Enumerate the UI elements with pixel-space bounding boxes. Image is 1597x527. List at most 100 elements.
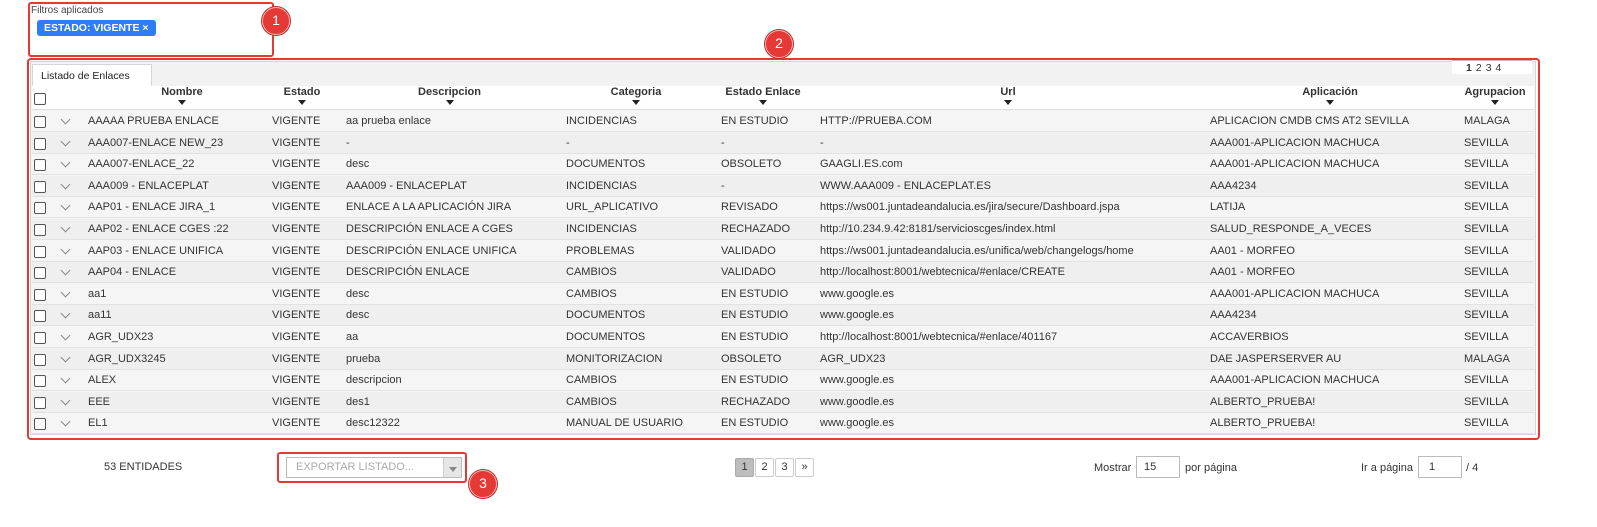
cell-url: https://ws001.juntadeandalucia.es/unific… bbox=[820, 244, 1134, 257]
table-row[interactable]: aa1 VIGENTE desc CAMBIOS EN ESTUDIO www.googl… bbox=[32, 283, 1534, 305]
expand-chevron-icon[interactable] bbox=[60, 157, 71, 168]
row-checkbox[interactable] bbox=[34, 288, 46, 301]
page-button-3[interactable]: 3 bbox=[775, 458, 794, 477]
column-header-descripcion[interactable]: Descripcion bbox=[402, 86, 497, 105]
row-checkbox[interactable] bbox=[34, 310, 46, 323]
expand-chevron-icon[interactable] bbox=[60, 179, 71, 190]
cell-categoria: CAMBIOS bbox=[566, 287, 617, 300]
cell-descripcion: desc bbox=[346, 287, 370, 300]
table-row[interactable]: AAP04 - ENLACE VIGENTE DESCRIPCIÓN ENLACE C… bbox=[32, 262, 1534, 284]
table-row[interactable]: AAA007-ENLACE_22 VIGENTE desc DOCUMENTOS OBS… bbox=[32, 154, 1534, 176]
table-row[interactable]: EEE VIGENTE des1 CAMBIOS RECHAZADO www.goodle… bbox=[32, 391, 1534, 413]
cell-estado-enlace: EN ESTUDIO bbox=[721, 287, 789, 300]
row-checkbox[interactable] bbox=[34, 375, 46, 388]
cell-agrupacion: SEVILLA bbox=[1464, 201, 1509, 214]
cell-categoria: CAMBIOS bbox=[566, 395, 617, 408]
row-checkbox[interactable] bbox=[34, 137, 46, 150]
expand-chevron-icon[interactable] bbox=[60, 244, 71, 255]
cell-nombre: AAP02 - ENLACE CGES :22 bbox=[88, 223, 229, 235]
table-row[interactable]: AGR_UDX3245 VIGENTE prueba MONITORIZACION OB… bbox=[32, 348, 1534, 370]
cell-descripcion: desc12322 bbox=[346, 417, 400, 430]
row-checkbox[interactable] bbox=[34, 418, 46, 431]
expand-chevron-icon[interactable] bbox=[60, 330, 71, 341]
cell-nombre: AGR_UDX3245 bbox=[88, 352, 166, 365]
top-page-4[interactable]: 4 bbox=[1496, 62, 1502, 74]
dropdown-arrow-icon[interactable] bbox=[443, 458, 461, 477]
cell-descripcion: aa bbox=[346, 331, 359, 343]
expand-chevron-icon[interactable] bbox=[60, 114, 71, 125]
cell-nombre: AAA007-ENLACE NEW_23 bbox=[88, 136, 224, 149]
table-row[interactable]: AAP03 - ENLACE UNIFICA VIGENTE DESCRIPCIÓN… bbox=[32, 240, 1534, 262]
cell-nombre: AAA009 - ENLACEPLAT bbox=[88, 179, 209, 192]
column-header-agrupacion[interactable]: Agrupacion bbox=[1456, 86, 1534, 105]
cell-aplicacion: AAA001-APLICACION MACHUCA bbox=[1210, 136, 1380, 149]
page-button-1[interactable]: 1 bbox=[735, 458, 754, 477]
column-header-aplicacion[interactable]: Aplicación bbox=[1285, 86, 1375, 105]
cell-agrupacion: SEVILLA bbox=[1464, 179, 1509, 192]
top-page-3[interactable]: 3 bbox=[1486, 62, 1492, 74]
cell-estado-enlace: EN ESTUDIO bbox=[721, 331, 789, 343]
row-checkbox[interactable] bbox=[34, 224, 46, 236]
row-checkbox[interactable] bbox=[34, 353, 46, 366]
expand-chevron-icon[interactable] bbox=[60, 308, 71, 319]
cell-estado: VIGENTE bbox=[272, 287, 321, 300]
table-row[interactable]: AAP01 - ENLACE JIRA_1 VIGENTE ENLACE A LA … bbox=[32, 197, 1534, 219]
next-page-button[interactable]: » bbox=[795, 458, 814, 477]
entity-count: 53 ENTIDADES bbox=[104, 461, 183, 473]
export-select[interactable]: EXPORTAR LISTADO... bbox=[286, 457, 462, 478]
column-header-nombre[interactable]: Nombre bbox=[142, 86, 222, 105]
goto-page-input[interactable]: 1 bbox=[1418, 456, 1462, 478]
row-checkbox[interactable] bbox=[34, 116, 46, 128]
per-page-input[interactable]: 15 bbox=[1136, 456, 1180, 478]
links-table: Nombre Estado Descripcion Categoria Esta… bbox=[32, 86, 1534, 435]
column-header-estado-enlace[interactable]: Estado Enlace bbox=[718, 86, 808, 105]
column-header-estado[interactable]: Estado bbox=[272, 86, 332, 105]
column-header-url[interactable]: Url bbox=[978, 86, 1038, 105]
row-checkbox[interactable] bbox=[34, 267, 46, 280]
expand-chevron-icon[interactable] bbox=[60, 222, 71, 233]
cell-aplicacion: ALBERTO_PRUEBA! bbox=[1210, 395, 1316, 408]
cell-estado-enlace: - bbox=[721, 179, 725, 192]
cell-url: http://localhost:8001/webtecnica/#enlace… bbox=[820, 266, 1065, 279]
row-checkbox[interactable] bbox=[34, 159, 46, 172]
cell-nombre: aa11 bbox=[88, 309, 112, 322]
table-row[interactable]: AAA007-ENLACE NEW_23 VIGENTE - - - - AAA001-AP… bbox=[32, 132, 1534, 154]
table-row[interactable]: AAA009 - ENLACEPLAT VIGENTE AAA009 - ENLAC… bbox=[32, 175, 1534, 197]
filter-chip-estado[interactable]: ESTADO: VIGENTE × bbox=[37, 20, 156, 36]
cell-categoria: CAMBIOS bbox=[566, 374, 617, 387]
expand-chevron-icon[interactable] bbox=[60, 395, 71, 406]
top-page-2[interactable]: 2 bbox=[1476, 62, 1482, 74]
row-checkbox[interactable] bbox=[34, 396, 46, 409]
tab-listado-enlaces[interactable]: Listado de Enlaces bbox=[32, 64, 152, 86]
expand-chevron-icon[interactable] bbox=[60, 287, 71, 298]
goto-label: Ir a página bbox=[1361, 462, 1413, 474]
row-checkbox[interactable] bbox=[34, 180, 46, 193]
sort-arrow-icon bbox=[632, 100, 640, 105]
expand-chevron-icon[interactable] bbox=[60, 373, 71, 384]
cell-url: www.google.es bbox=[820, 309, 894, 322]
cell-aplicacion: DAE JASPERSERVER AU bbox=[1210, 352, 1342, 365]
cell-descripcion: descripcion bbox=[346, 374, 402, 387]
expand-chevron-icon[interactable] bbox=[60, 265, 71, 276]
top-page-1[interactable]: 1 bbox=[1466, 62, 1472, 74]
expand-chevron-icon[interactable] bbox=[60, 200, 71, 211]
row-checkbox[interactable] bbox=[34, 202, 46, 215]
expand-chevron-icon[interactable] bbox=[60, 136, 71, 147]
table-row[interactable]: AAP02 - ENLACE CGES :22 VIGENTE DESCRIPCIÓ… bbox=[32, 219, 1534, 240]
column-header-categoria[interactable]: Categoria bbox=[596, 86, 676, 105]
table-row[interactable]: EL1 VIGENTE desc12322 MANUAL DE USUARIO EN E… bbox=[32, 413, 1534, 435]
page-button-2[interactable]: 2 bbox=[755, 458, 774, 477]
pagination: 1 2 3» bbox=[735, 458, 815, 478]
expand-chevron-icon[interactable] bbox=[60, 352, 71, 363]
cell-categoria: PROBLEMAS bbox=[566, 244, 635, 257]
row-checkbox[interactable] bbox=[34, 245, 46, 258]
table-row[interactable]: AAAAA PRUEBA ENLACE VIGENTE aa prueba enla… bbox=[32, 111, 1534, 132]
expand-chevron-icon[interactable] bbox=[60, 416, 71, 427]
table-row[interactable]: AGR_UDX23 VIGENTE aa DOCUMENTOS EN ESTUDIO ht… bbox=[32, 327, 1534, 348]
select-all-checkbox[interactable] bbox=[34, 93, 46, 105]
row-checkbox[interactable] bbox=[34, 332, 46, 344]
cell-descripcion: ENLACE A LA APLICACIÓN JIRA bbox=[346, 201, 512, 214]
table-row[interactable]: ALEX VIGENTE descripcion CAMBIOS EN ESTUDIO w… bbox=[32, 370, 1534, 392]
cell-categoria: CAMBIOS bbox=[566, 266, 617, 279]
table-row[interactable]: aa11 VIGENTE desc DOCUMENTOS EN ESTUDIO www.g… bbox=[32, 305, 1534, 327]
